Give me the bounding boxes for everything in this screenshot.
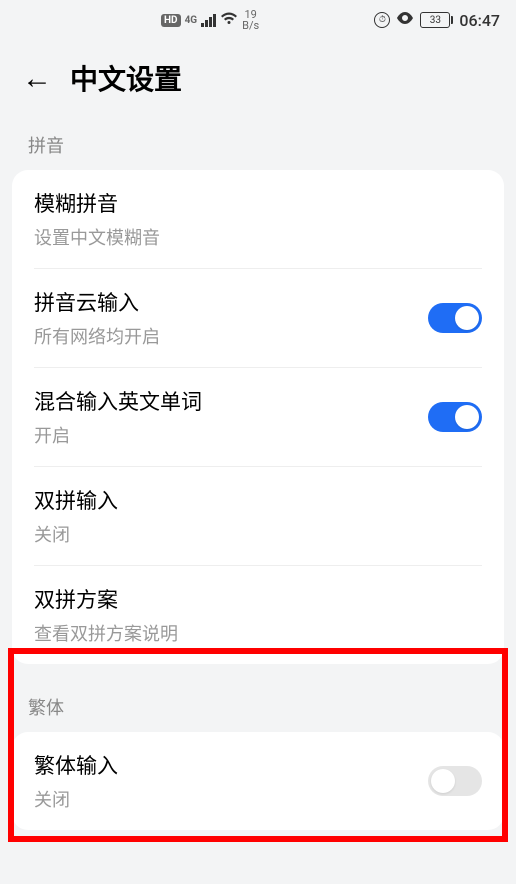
item-title: 混合输入英文单词 bbox=[34, 386, 428, 416]
item-subtitle: 开启 bbox=[34, 422, 428, 448]
item-subtitle: 所有网络均开启 bbox=[34, 323, 428, 349]
battery-icon: 33 bbox=[420, 12, 453, 28]
section-header-fanti: 繁体 bbox=[0, 664, 516, 732]
item-title: 繁体输入 bbox=[34, 750, 428, 780]
item-subtitle: 设置中文模糊音 bbox=[34, 224, 482, 250]
item-subtitle: 关闭 bbox=[34, 521, 482, 547]
item-subtitle: 关闭 bbox=[34, 786, 428, 812]
toggle-fanti-input[interactable] bbox=[428, 766, 482, 796]
setting-item-fuzzy-pinyin[interactable]: 模糊拼音 设置中文模糊音 bbox=[12, 170, 504, 268]
pinyin-settings-card: 模糊拼音 设置中文模糊音 拼音云输入 所有网络均开启 混合输入英文单词 开启 双… bbox=[12, 170, 504, 664]
eye-icon bbox=[396, 12, 414, 28]
item-title: 模糊拼音 bbox=[34, 188, 482, 218]
setting-item-shuangpin-input[interactable]: 双拼输入 关闭 bbox=[12, 467, 504, 565]
item-title: 双拼方案 bbox=[34, 584, 482, 614]
setting-item-cloud-input[interactable]: 拼音云输入 所有网络均开启 bbox=[12, 269, 504, 367]
clock-time: 06:47 bbox=[459, 11, 500, 30]
network-speed: 19 B/s bbox=[242, 9, 259, 31]
back-button[interactable]: ← bbox=[22, 61, 52, 96]
setting-item-fanti-input[interactable]: 繁体输入 关闭 bbox=[12, 732, 504, 830]
setting-item-mixed-english[interactable]: 混合输入英文单词 开启 bbox=[12, 368, 504, 466]
network-type: 4G bbox=[185, 15, 198, 26]
signal-icon bbox=[201, 14, 216, 27]
setting-item-shuangpin-scheme[interactable]: 双拼方案 查看双拼方案说明 bbox=[12, 566, 504, 664]
status-bar: HD 4G 19 B/s ⏱ 33 06:47 bbox=[0, 0, 516, 40]
item-title: 拼音云输入 bbox=[34, 287, 428, 317]
page-title: 中文设置 bbox=[70, 58, 182, 98]
page-header: ← 中文设置 bbox=[0, 40, 516, 112]
section-header-pinyin: 拼音 bbox=[0, 112, 516, 170]
status-left: HD 4G 19 B/s bbox=[161, 9, 259, 31]
item-title: 双拼输入 bbox=[34, 485, 482, 515]
fanti-settings-card: 繁体输入 关闭 bbox=[12, 732, 504, 830]
alarm-icon: ⏱ bbox=[374, 12, 390, 28]
hd-badge: HD bbox=[161, 14, 181, 27]
toggle-mixed-english[interactable] bbox=[428, 402, 482, 432]
item-subtitle: 查看双拼方案说明 bbox=[34, 620, 482, 646]
wifi-icon bbox=[220, 11, 238, 30]
status-right: ⏱ 33 06:47 bbox=[374, 11, 500, 30]
toggle-cloud-input[interactable] bbox=[428, 303, 482, 333]
